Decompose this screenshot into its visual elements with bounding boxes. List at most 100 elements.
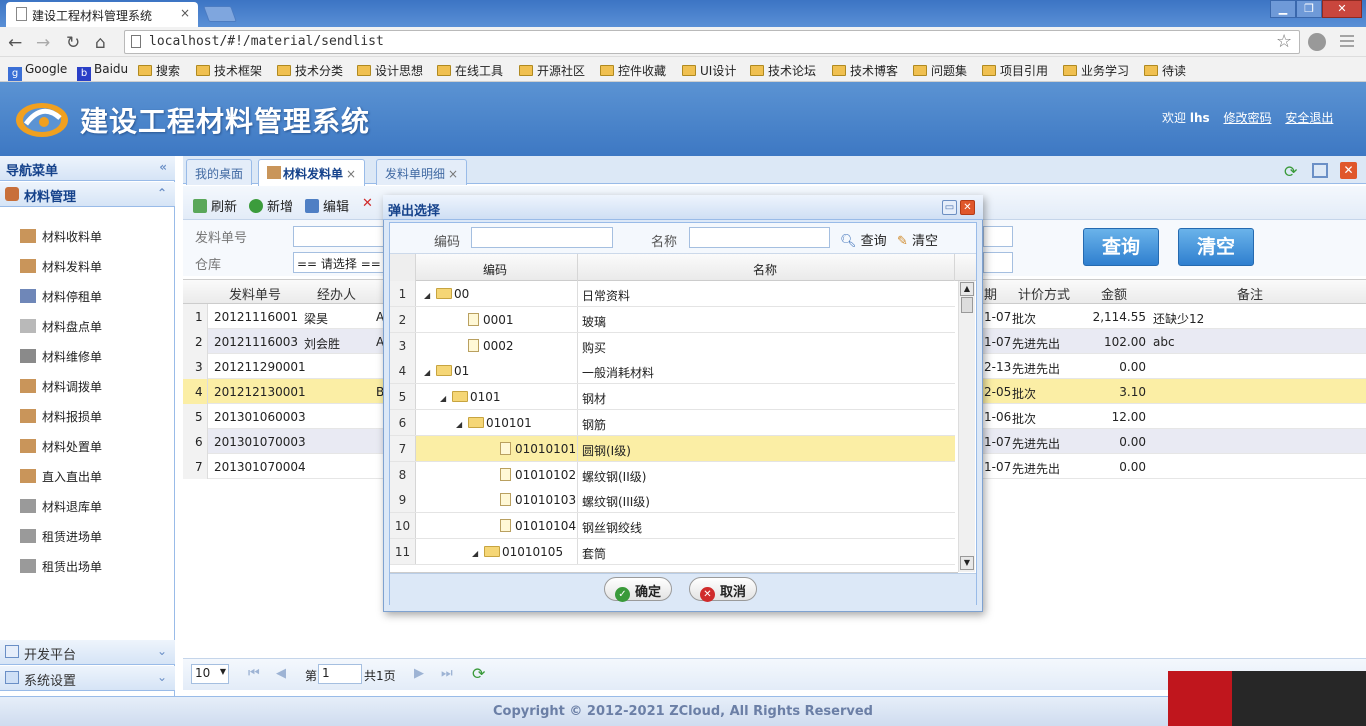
clear-button[interactable]: 清空: [1178, 228, 1254, 266]
page-size-select[interactable]: 10 ▼: [191, 664, 229, 684]
tab-close-icon[interactable]: ×: [180, 6, 190, 20]
close-window-icon[interactable]: ✕: [1322, 0, 1362, 18]
refresh-tabs-icon[interactable]: ⟳: [1284, 162, 1297, 181]
scroll-down-icon[interactable]: ▼: [960, 556, 974, 570]
address-bar[interactable]: localhost/#!/material/sendlist: [124, 30, 1300, 54]
tree-row[interactable]: 6 ◢ 010101 钢筋: [390, 410, 955, 436]
tab-close-icon[interactable]: ×: [448, 167, 458, 181]
cancel-button[interactable]: ✕ 取消: [689, 577, 758, 602]
tab-issue-list[interactable]: 材料发料单 ×: [258, 159, 366, 186]
dialog-close-icon[interactable]: ✕: [960, 200, 975, 215]
nav-item-return[interactable]: 材料退库单: [20, 498, 102, 515]
extension-icon[interactable]: [1308, 33, 1326, 51]
browser-tab[interactable]: 建设工程材料管理系统 ×: [6, 2, 198, 27]
bookmark-folder[interactable]: 开源社区: [519, 62, 585, 79]
tree-node[interactable]: 0001: [440, 312, 514, 327]
collapse-left-icon[interactable]: «: [159, 160, 167, 174]
next-page-icon[interactable]: ▶: [414, 666, 424, 681]
nav-item-stop-rent[interactable]: 材料停租单: [20, 288, 102, 305]
tree-node[interactable]: 01010101: [472, 441, 576, 456]
col-remark[interactable]: 备注: [1237, 284, 1263, 303]
tree-node[interactable]: ◢ 0101: [440, 390, 501, 404]
tree-col-code[interactable]: 编码: [483, 261, 507, 278]
nav-item-inventory[interactable]: 材料盘点单: [20, 318, 102, 335]
close-all-icon[interactable]: ✕: [1340, 162, 1357, 179]
bookmark-folder[interactable]: 问题集: [913, 62, 967, 79]
bookmark-google[interactable]: g Google: [8, 62, 67, 81]
dialog-query-button[interactable]: 🔍︎ 查询: [840, 230, 887, 249]
nav-item-receive[interactable]: 材料收料单: [20, 228, 102, 245]
tree-node[interactable]: ◢ 010101: [456, 416, 532, 430]
tree-row[interactable]: 7 01010101 圆钢(I级): [390, 435, 955, 462]
forward-icon[interactable]: →: [36, 33, 50, 53]
last-page-icon[interactable]: ⏭: [441, 666, 453, 681]
tree-row[interactable]: 5 ◢ 0101 钢材: [390, 384, 955, 411]
edit-button[interactable]: 编辑: [305, 196, 349, 215]
delete-icon[interactable]: ✕: [362, 196, 373, 211]
nav-item-disposal[interactable]: 材料处置单: [20, 438, 102, 455]
nav-item-lease-out[interactable]: 租赁出场单: [20, 558, 102, 575]
tree-node[interactable]: ◢ 00: [424, 287, 469, 301]
chevron-down-icon[interactable]: ⌄: [157, 644, 167, 658]
tree-node[interactable]: ◢ 01010105: [472, 545, 563, 559]
minimize-icon[interactable]: ▁: [1270, 0, 1296, 18]
query-button[interactable]: 查询: [1083, 228, 1159, 266]
page-input[interactable]: 1: [318, 664, 362, 684]
tree-col-name[interactable]: 名称: [753, 261, 777, 278]
tree-node[interactable]: 01010104: [472, 519, 576, 533]
tree-row[interactable]: 9 01010103 螺纹钢(III级): [390, 487, 955, 514]
tree-row[interactable]: 1 ◢ 00 日常资料: [390, 281, 955, 307]
bookmark-folder[interactable]: UI设计: [682, 62, 736, 79]
dialog-minimize-icon[interactable]: ▭: [942, 200, 957, 215]
tree-row[interactable]: 11 ◢ 01010105 套筒: [390, 539, 955, 565]
expand-arrow-icon[interactable]: ◢: [424, 291, 434, 300]
menu-icon[interactable]: ― ― ―: [1340, 29, 1356, 53]
new-tab-button[interactable]: [203, 6, 237, 22]
bookmark-folder[interactable]: 在线工具: [437, 62, 503, 79]
first-page-icon[interactable]: ⏮: [248, 666, 260, 681]
expand-arrow-icon[interactable]: ◢: [456, 420, 466, 429]
bookmark-folder[interactable]: 技术框架: [196, 62, 262, 79]
pager-refresh-icon[interactable]: ⟳: [472, 664, 485, 683]
order-no-input[interactable]: [293, 226, 388, 247]
bookmark-folder[interactable]: 技术论坛: [750, 62, 816, 79]
restore-icon[interactable]: ❐: [1296, 0, 1322, 18]
home-icon[interactable]: ⌂: [95, 33, 106, 53]
bookmark-folder[interactable]: 技术分类: [277, 62, 343, 79]
nav-section-dev[interactable]: 开发平台 ⌄: [0, 640, 175, 665]
scroll-up-icon[interactable]: ▲: [960, 282, 974, 296]
bookmark-folder[interactable]: 技术博客: [832, 62, 898, 79]
change-password-link[interactable]: 修改密码: [1223, 111, 1271, 125]
nav-item-issue[interactable]: 材料发料单: [20, 258, 102, 275]
dialog-clear-button[interactable]: ✎ 清空: [897, 230, 938, 249]
date-input-2[interactable]: [983, 252, 1013, 273]
add-button[interactable]: 新增: [249, 196, 293, 215]
tree-row[interactable]: 3 0002 购买: [390, 332, 955, 359]
ok-button[interactable]: ✓ 确定: [604, 577, 673, 602]
bookmark-folder[interactable]: 搜索: [138, 62, 180, 79]
col-order-no[interactable]: 发料单号: [229, 284, 281, 303]
tree-scrollbar[interactable]: ▲ ▼: [958, 281, 975, 572]
tree-node[interactable]: 01010102: [472, 467, 576, 482]
tree-row[interactable]: 4 ◢ 01 一般消耗材料: [390, 358, 955, 385]
warehouse-select[interactable]: == 请选择 ==: [293, 252, 388, 273]
nav-item-direct[interactable]: 直入直出单: [20, 468, 102, 485]
prev-page-icon[interactable]: ◀: [276, 666, 286, 681]
name-input[interactable]: [689, 227, 830, 248]
tree-row[interactable]: 8 01010102 螺纹钢(II级): [390, 461, 955, 488]
bookmark-baidu[interactable]: b Baidu: [77, 62, 128, 81]
reload-icon[interactable]: ↻: [66, 33, 80, 53]
bookmark-folder[interactable]: 控件收藏: [600, 62, 666, 79]
nav-item-lease-in[interactable]: 租赁进场单: [20, 528, 102, 545]
bookmark-folder[interactable]: 项目引用: [982, 62, 1048, 79]
bookmark-folder[interactable]: 业务学习: [1063, 62, 1129, 79]
date-input[interactable]: [983, 226, 1013, 247]
tree-node[interactable]: 0002: [440, 338, 514, 353]
logout-link[interactable]: 安全退出: [1285, 111, 1333, 125]
fullscreen-icon[interactable]: [1312, 163, 1328, 178]
chevron-up-icon[interactable]: ⌃: [157, 186, 167, 200]
expand-arrow-icon[interactable]: ◢: [440, 394, 450, 403]
tree-row[interactable]: 2 0001 玻璃: [390, 306, 955, 333]
nav-item-repair[interactable]: 材料维修单: [20, 348, 102, 365]
refresh-button[interactable]: 刷新: [193, 196, 237, 215]
